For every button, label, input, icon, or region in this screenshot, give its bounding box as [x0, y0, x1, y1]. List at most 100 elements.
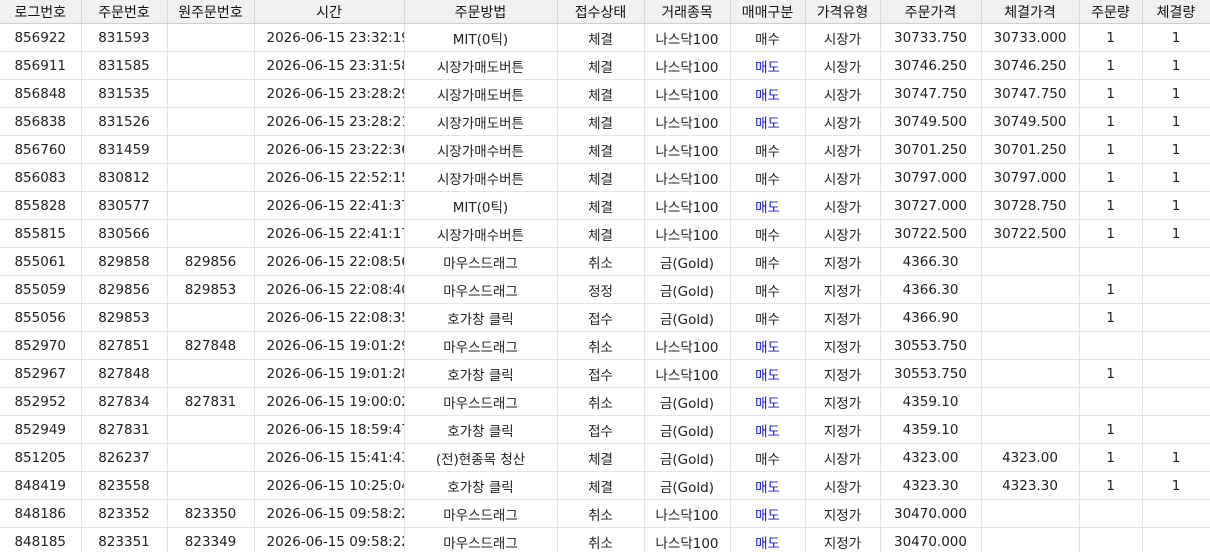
cell-price-type: 지정가: [805, 303, 881, 332]
table-row[interactable]: 851205 826237 2026-06-15 15:41:43 (전)현종목 청산…: [0, 443, 1210, 472]
cell-price-type: 시장가: [805, 135, 881, 164]
col-header-fill-qty[interactable]: 체결량: [1142, 0, 1210, 24]
table-row[interactable]: 856848 831535 2026-06-15 23:28:29 시장가매도버튼 체결…: [0, 79, 1210, 108]
cell-instrument: 나스닥100: [644, 331, 731, 360]
table-row[interactable]: 852952 827834 827831 2026-06-15 19:00:02 마우스…: [0, 387, 1210, 416]
table-row[interactable]: 848419 823558 2026-06-15 10:25:04 호가창 클릭 체결 금…: [0, 471, 1210, 500]
col-header-time[interactable]: 시간: [254, 0, 405, 24]
cell-fill-qty: 1: [1142, 23, 1210, 52]
cell-order-qty: 1: [1079, 135, 1143, 164]
cell-order-price: 30746.250: [880, 51, 982, 80]
cell-price-type: 지정가: [805, 387, 881, 416]
cell-fill-qty: 1: [1142, 107, 1210, 136]
cell-status: 체결: [557, 163, 645, 192]
cell-order-method: 마우스드래그: [404, 275, 558, 304]
cell-instrument: 나스닥100: [644, 499, 731, 528]
cell-log-no: 852952: [0, 387, 82, 416]
cell-order-method: 호가창 클릭: [404, 359, 558, 388]
table-row[interactable]: 855059 829856 829853 2026-06-15 22:08:40 마우스…: [0, 275, 1210, 304]
cell-side: 매도: [730, 331, 806, 360]
table-row[interactable]: 852967 827848 2026-06-15 19:01:28 호가창 클릭 접수 나…: [0, 359, 1210, 388]
cell-instrument: 나스닥100: [644, 79, 731, 108]
cell-instrument: 금(Gold): [644, 471, 731, 500]
cell-orig-order-no: 823349: [167, 527, 255, 552]
table-row[interactable]: 848185 823351 823349 2026-06-15 09:58:22 마우스…: [0, 527, 1210, 552]
table-row[interactable]: 855815 830566 2026-06-15 22:41:17 시장가매수버튼 체결…: [0, 219, 1210, 248]
cell-orig-order-no: [167, 23, 255, 52]
table-row[interactable]: 855828 830577 2026-06-15 22:41:37 MIT(0틱) 체결…: [0, 191, 1210, 220]
table-row[interactable]: 856838 831526 2026-06-15 23:28:21 시장가매도버튼 체결…: [0, 107, 1210, 136]
cell-instrument: 나스닥100: [644, 219, 731, 248]
cell-price-type: 시장가: [805, 79, 881, 108]
cell-status: 취소: [557, 387, 645, 416]
cell-fill-qty: 1: [1142, 135, 1210, 164]
cell-price-type: 시장가: [805, 51, 881, 80]
cell-price-type: 지정가: [805, 331, 881, 360]
col-header-side[interactable]: 매매구분: [730, 0, 806, 24]
cell-price-type: 시장가: [805, 163, 881, 192]
cell-instrument: 금(Gold): [644, 387, 731, 416]
cell-side: 매도: [730, 107, 806, 136]
cell-log-no: 855828: [0, 191, 82, 220]
cell-fill-price: 30749.500: [981, 107, 1080, 136]
cell-log-no: 852967: [0, 359, 82, 388]
col-header-order-method[interactable]: 주문방법: [404, 0, 558, 24]
cell-log-no: 855061: [0, 247, 82, 276]
col-header-order-price[interactable]: 주문가격: [880, 0, 982, 24]
cell-orig-order-no: 827848: [167, 331, 255, 360]
cell-status: 체결: [557, 51, 645, 80]
col-header-fill-price[interactable]: 체결가격: [981, 0, 1080, 24]
table-row[interactable]: 856922 831593 2026-06-15 23:32:19 MIT(0틱) 체결…: [0, 23, 1210, 52]
table-body: 856922 831593 2026-06-15 23:32:19 MIT(0틱) 체결…: [0, 23, 1210, 552]
table-row[interactable]: 856760 831459 2026-06-15 23:22:36 시장가매수버튼 체결…: [0, 135, 1210, 164]
table-header-row: 로그번호 주문번호 원주문번호 시간 주문방법 접수상태 거래종목 매매구분 가…: [0, 0, 1210, 24]
col-header-price-type[interactable]: 가격유형: [805, 0, 881, 24]
cell-instrument: 금(Gold): [644, 275, 731, 304]
cell-status: 정정: [557, 275, 645, 304]
cell-side: 매도: [730, 387, 806, 416]
cell-price-type: 시장가: [805, 219, 881, 248]
cell-orig-order-no: 823350: [167, 499, 255, 528]
cell-fill-price: [981, 275, 1080, 304]
cell-order-method: 시장가매수버튼: [404, 163, 558, 192]
cell-side: 매수: [730, 275, 806, 304]
cell-order-price: 4359.10: [880, 387, 982, 416]
cell-order-qty: 1: [1079, 471, 1143, 500]
cell-fill-price: 30797.000: [981, 163, 1080, 192]
cell-order-price: 30470.000: [880, 527, 982, 552]
col-header-order-no[interactable]: 주문번호: [81, 0, 168, 24]
cell-order-method: 시장가매도버튼: [404, 79, 558, 108]
cell-status: 접수: [557, 415, 645, 444]
table-row[interactable]: 848186 823352 823350 2026-06-15 09:58:22 마우스…: [0, 499, 1210, 528]
cell-fill-qty: [1142, 275, 1210, 304]
cell-fill-qty: [1142, 387, 1210, 416]
col-header-status[interactable]: 접수상태: [557, 0, 645, 24]
cell-order-price: 4323.00: [880, 443, 982, 472]
cell-order-no: 830566: [81, 219, 168, 248]
cell-orig-order-no: [167, 443, 255, 472]
table-row[interactable]: 852970 827851 827848 2026-06-15 19:01:29 마우스…: [0, 331, 1210, 360]
cell-order-no: 829856: [81, 275, 168, 304]
cell-fill-price: [981, 247, 1080, 276]
table-row[interactable]: 856083 830812 2026-06-15 22:52:15 시장가매수버튼 체결…: [0, 163, 1210, 192]
col-header-instrument[interactable]: 거래종목: [644, 0, 731, 24]
cell-order-method: 마우스드래그: [404, 331, 558, 360]
table-row[interactable]: 855056 829853 2026-06-15 22:08:35 호가창 클릭 접수 금…: [0, 303, 1210, 332]
table-row[interactable]: 852949 827831 2026-06-15 18:59:47 호가창 클릭 접수 금…: [0, 415, 1210, 444]
cell-fill-price: 30701.250: [981, 135, 1080, 164]
cell-time: 2026-06-15 23:28:21: [254, 107, 405, 136]
cell-order-method: 호가창 클릭: [404, 471, 558, 500]
cell-status: 체결: [557, 107, 645, 136]
cell-orig-order-no: [167, 191, 255, 220]
cell-order-method: 마우스드래그: [404, 527, 558, 552]
table-row[interactable]: 855061 829858 829856 2026-06-15 22:08:56 마우스…: [0, 247, 1210, 276]
cell-log-no: 855059: [0, 275, 82, 304]
cell-fill-price: 30728.750: [981, 191, 1080, 220]
cell-side: 매도: [730, 527, 806, 552]
cell-order-price: 30722.500: [880, 219, 982, 248]
col-header-log-no[interactable]: 로그번호: [0, 0, 82, 24]
cell-fill-qty: [1142, 303, 1210, 332]
col-header-order-qty[interactable]: 주문량: [1079, 0, 1143, 24]
table-row[interactable]: 856911 831585 2026-06-15 23:31:58 시장가매도버튼 체결…: [0, 51, 1210, 80]
col-header-orig-order-no[interactable]: 원주문번호: [167, 0, 255, 24]
